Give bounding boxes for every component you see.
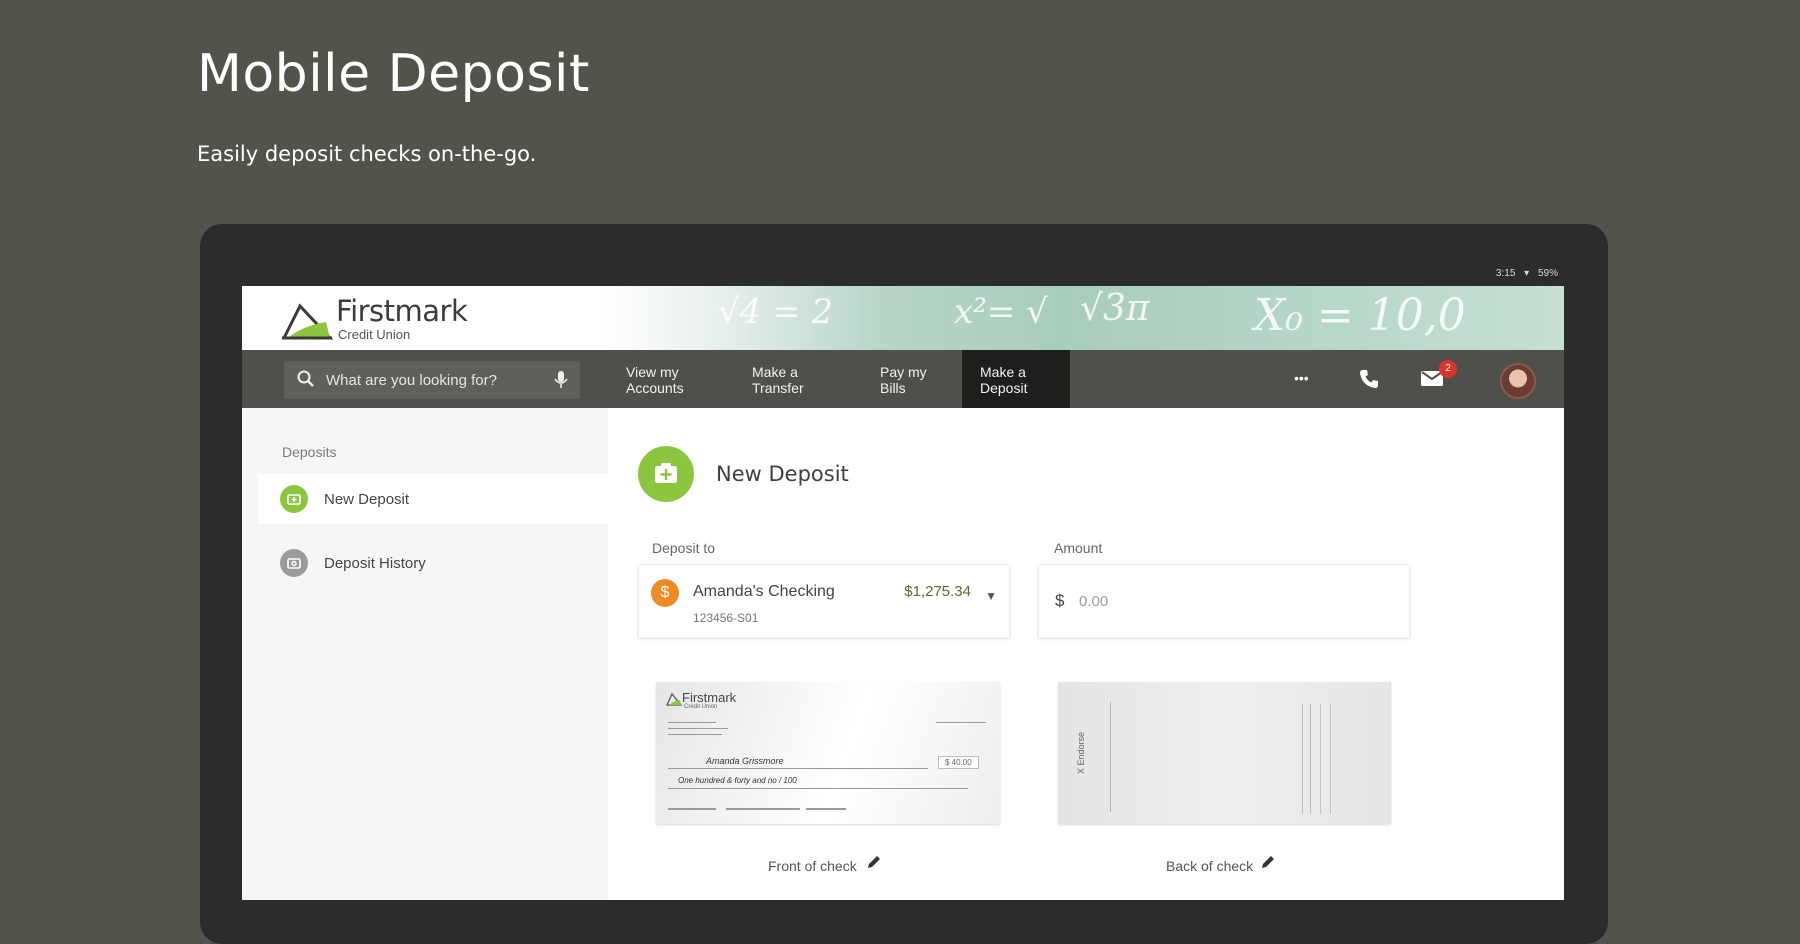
page-title: New Deposit (716, 462, 849, 486)
nav-view-accounts-line2: Accounts (626, 380, 684, 396)
phone-icon[interactable] (1358, 368, 1380, 390)
check-payee-line (668, 768, 928, 769)
account-number: 123456-S01 (693, 611, 759, 625)
nav-make-transfer[interactable]: Make a Transfer (734, 350, 842, 408)
microphone-icon[interactable] (552, 369, 570, 391)
camera-add-icon (280, 485, 308, 513)
nav-make-deposit-line2: Deposit (980, 380, 1028, 396)
account-balance: $1,275.34 (904, 583, 971, 600)
deposit-account-select[interactable]: $ Amanda's Checking 123456-S01 $1,275.34… (638, 564, 1010, 638)
promo-title: Mobile Deposit (197, 44, 590, 104)
check-logo-icon (666, 692, 682, 706)
amount-input[interactable]: 0.00 (1079, 593, 1108, 610)
check-address-line (668, 728, 728, 729)
battery-level: 59% (1537, 268, 1558, 279)
check-back-line (1330, 704, 1331, 814)
header-banner: √4 = 2 x²= √ √3π X₀ = 10,0 Firstmark Cre… (242, 286, 1564, 350)
dollar-icon: $ (651, 579, 679, 607)
back-of-check-image[interactable]: X Endorse (1058, 682, 1391, 824)
deposit-to-label: Deposit to (652, 540, 716, 556)
sidebar-heading: Deposits (282, 444, 337, 460)
currency-symbol: $ (1055, 591, 1065, 610)
status-bar: 3:15 ▾ 59% (242, 268, 1564, 286)
check-bank-name: Firstmark (682, 690, 737, 705)
front-of-check-image[interactable]: Firstmark Credit Union Amanda Grissmore … (656, 682, 1000, 824)
sidebar-item-deposit-history[interactable]: Deposit History (258, 538, 608, 588)
sidebar-item-label: New Deposit (324, 491, 410, 508)
check-amount-box: $ 40.00 (938, 756, 979, 769)
more-icon[interactable]: ••• (1294, 370, 1309, 386)
logo-name: Firstmark (336, 294, 468, 328)
top-nav: What are you looking for? View my Accoun… (242, 350, 1564, 408)
sidebar: Deposits New Deposit Deposit History (242, 408, 608, 900)
search-icon (297, 370, 314, 387)
check-amount-line (668, 788, 968, 789)
check-back-line (1320, 704, 1321, 814)
nav-pay-bills[interactable]: Pay my Bills (862, 350, 970, 408)
search-input[interactable]: What are you looking for? (326, 372, 497, 389)
new-deposit-icon (638, 446, 694, 502)
check-back-line (1302, 704, 1303, 814)
nav-make-transfer-line1: Make a (752, 364, 798, 380)
edit-front-pencil-icon[interactable] (866, 854, 882, 870)
promo-subtitle: Easily deposit checks on-the-go. (197, 142, 537, 166)
logo-mark-icon (281, 303, 334, 340)
sidebar-item-label: Deposit History (324, 555, 426, 572)
sidebar-item-new-deposit[interactable]: New Deposit (258, 474, 608, 524)
front-of-check-caption: Front of check (768, 858, 857, 874)
app-screen: √4 = 2 x²= √ √3π X₀ = 10,0 Firstmark Cre… (242, 286, 1564, 900)
amount-label: Amount (1054, 540, 1103, 556)
check-date-line (936, 722, 986, 723)
nav-make-deposit[interactable]: Make a Deposit (962, 350, 1070, 408)
nav-pay-bills-line1: Pay my (880, 364, 927, 380)
nav-make-transfer-line2: Transfer (752, 380, 804, 396)
chevron-down-icon: ▼ (985, 589, 997, 603)
check-micr-line (806, 808, 846, 810)
nav-view-accounts[interactable]: View my Accounts (608, 350, 716, 408)
check-back-line (1310, 704, 1311, 814)
check-back-line (1110, 702, 1111, 812)
check-address-line (668, 722, 716, 723)
history-icon (280, 549, 308, 577)
chalk-formula-3: √3π (1080, 288, 1150, 329)
edit-back-pencil-icon[interactable] (1260, 854, 1276, 870)
search-bar[interactable]: What are you looking for? (284, 361, 580, 399)
check-endorse-text: X Endorse (1076, 731, 1087, 775)
check-payee: Amanda Grissmore (706, 756, 784, 766)
nav-make-deposit-line1: Make a (980, 364, 1026, 380)
account-name: Amanda's Checking (693, 583, 835, 600)
wifi-icon: ▾ (1524, 268, 1530, 279)
status-time: 3:15 (1495, 268, 1516, 279)
user-avatar[interactable] (1500, 363, 1536, 399)
nav-view-accounts-line1: View my (626, 364, 679, 380)
check-micr-line (726, 808, 800, 810)
chalk-formula-2: x²= √ (954, 292, 1048, 332)
check-micr-line (668, 808, 716, 810)
check-bank-sub: Credit Union (684, 704, 718, 710)
chalk-formula-4: X₀ = 10,0 (1254, 290, 1466, 341)
check-address-line (668, 734, 722, 735)
check-written-amount: One hundred & forty and no / 100 (678, 776, 797, 785)
nav-pay-bills-line2: Bills (880, 380, 906, 396)
chalk-formula-1: √4 = 2 (718, 292, 834, 332)
firstmark-logo[interactable]: Firstmark Credit Union (280, 294, 480, 344)
message-count-badge: 2 (1439, 360, 1457, 378)
logo-tagline: Credit Union (338, 327, 411, 342)
amount-field[interactable]: $ 0.00 (1038, 564, 1410, 638)
back-of-check-caption: Back of check (1166, 858, 1254, 874)
